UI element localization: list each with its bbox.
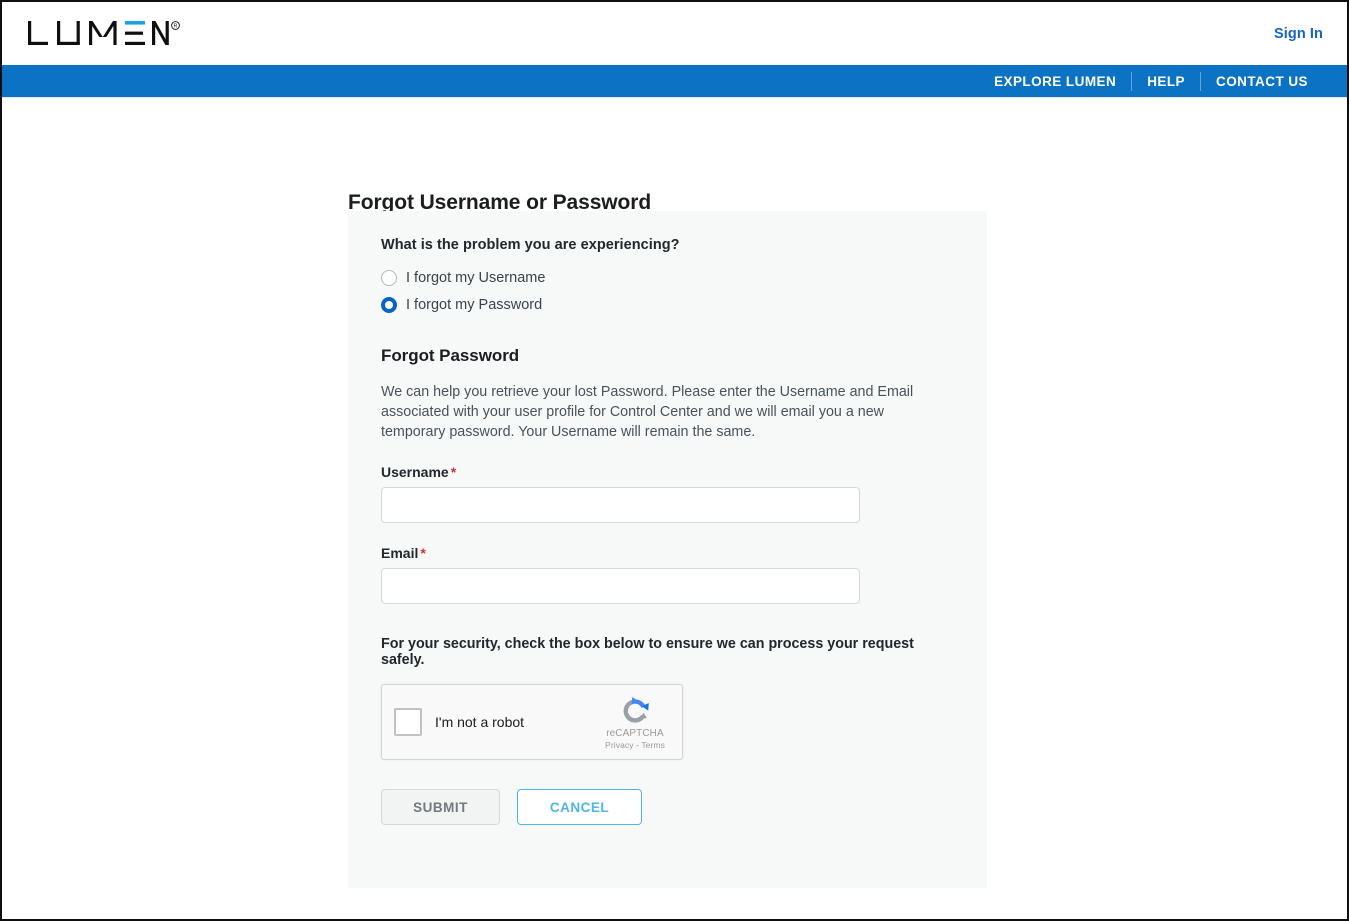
recaptcha-brand-name: reCAPTCHA	[606, 728, 664, 739]
top-header: R Sign In	[2, 2, 1347, 65]
registered-trademark-icon: R	[171, 21, 180, 30]
email-input[interactable]	[381, 568, 860, 604]
radio-icon-unselected[interactable]	[381, 269, 397, 286]
radio-label-forgot-username: I forgot my Username	[406, 269, 546, 286]
username-input[interactable]	[381, 487, 860, 523]
email-label: Email *	[381, 545, 954, 561]
sign-in-link[interactable]: Sign In	[1274, 26, 1323, 42]
radio-icon-selected[interactable]	[381, 296, 397, 313]
form-actions: SUBMIT CANCEL	[381, 789, 954, 825]
username-label-text: Username	[381, 464, 449, 480]
email-label-text: Email	[381, 545, 419, 561]
nav-link-contact-us[interactable]: CONTACT US	[1201, 65, 1323, 98]
submit-button[interactable]: SUBMIT	[381, 789, 500, 825]
required-asterisk: *	[450, 464, 457, 480]
username-field-block: Username *	[381, 464, 954, 523]
recaptcha-icon	[623, 697, 649, 723]
lumen-logo[interactable]: R	[28, 20, 180, 50]
lumen-logo-mark	[28, 21, 169, 45]
radio-option-forgot-username[interactable]: I forgot my Username	[381, 264, 954, 291]
cancel-button[interactable]: CANCEL	[517, 789, 642, 825]
nav-links: EXPLORE LUMEN HELP CONTACT US	[979, 65, 1323, 97]
problem-question-label: What is the problem you are experiencing…	[381, 237, 680, 253]
recaptcha-widget[interactable]: I'm not a robot reCAPTCHA Privacy - Term…	[381, 684, 683, 760]
recaptcha-legal-links[interactable]: Privacy - Terms	[598, 740, 672, 750]
username-label: Username *	[381, 464, 954, 480]
recaptcha-checkbox[interactable]	[394, 708, 422, 736]
email-field-block: Email *	[381, 545, 954, 604]
nav-link-help[interactable]: HELP	[1132, 65, 1200, 98]
section-description: We can help you retrieve your lost Passw…	[381, 384, 914, 440]
forgot-credentials-panel: What is the problem you are experiencing…	[348, 211, 987, 888]
required-asterisk: *	[420, 545, 426, 561]
security-note: For your security, check the box below t…	[381, 636, 914, 668]
recaptcha-label: I'm not a robot	[435, 714, 525, 730]
recaptcha-branding: reCAPTCHA Privacy - Terms	[598, 695, 672, 750]
nav-link-explore-lumen[interactable]: EXPLORE LUMEN	[979, 65, 1131, 98]
radio-option-forgot-password[interactable]: I forgot my Password	[381, 291, 954, 318]
logo-accent-bar	[125, 21, 145, 25]
page-root: R Sign In EXPLORE LUMEN HELP CONTACT US …	[0, 0, 1349, 921]
section-title: Forgot Password	[381, 346, 520, 365]
radio-label-forgot-password: I forgot my Password	[406, 296, 543, 313]
primary-nav-bar: EXPLORE LUMEN HELP CONTACT US	[2, 65, 1347, 98]
svg-text:R: R	[174, 24, 178, 30]
